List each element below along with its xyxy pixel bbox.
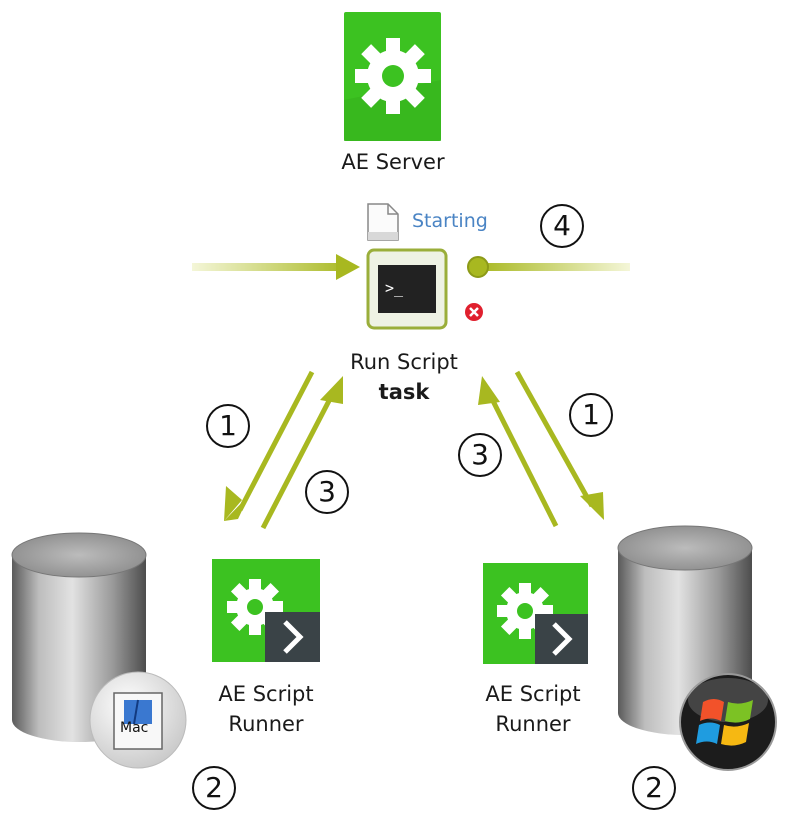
workflow-diagram: >_ Mac — [11, 12, 777, 771]
right-step-2-marker: 2 — [632, 766, 676, 810]
step-4-marker: 4 — [540, 204, 584, 248]
left-step-1-marker: 1 — [206, 404, 250, 448]
right-script-runner-icon — [483, 563, 588, 664]
task-type-label: task — [378, 380, 430, 404]
document-icon — [367, 203, 399, 241]
error-icon — [465, 303, 483, 321]
task-status-label: Starting — [412, 210, 488, 232]
right-step-1-marker: 1 — [569, 393, 613, 437]
right-step-3-marker: 3 — [458, 433, 502, 477]
run-script-label: Run Script — [350, 350, 458, 374]
right-runner-label-line2: Runner — [495, 712, 571, 736]
outgoing-flow-line — [467, 256, 630, 278]
left-runner-label-line1: AE Script — [218, 682, 314, 706]
left-step-2-marker: 2 — [192, 766, 236, 810]
ae-server-label: AE Server — [341, 150, 445, 174]
mac-badge-label: Mac — [120, 720, 148, 736]
left-runner-label-line2: Runner — [228, 712, 304, 736]
left-script-runner-icon — [212, 559, 320, 662]
left-step-3-marker: 3 — [305, 470, 349, 514]
right-runner-label-line1: AE Script — [485, 682, 581, 706]
run-script-task-icon[interactable]: >_ — [366, 248, 448, 330]
windows-os-icon — [679, 673, 777, 771]
ae-server-icon — [344, 12, 441, 141]
left-arrow-step-1 — [224, 370, 315, 521]
svg-text:>_: >_ — [385, 279, 404, 297]
incoming-flow-arrow — [192, 254, 360, 280]
